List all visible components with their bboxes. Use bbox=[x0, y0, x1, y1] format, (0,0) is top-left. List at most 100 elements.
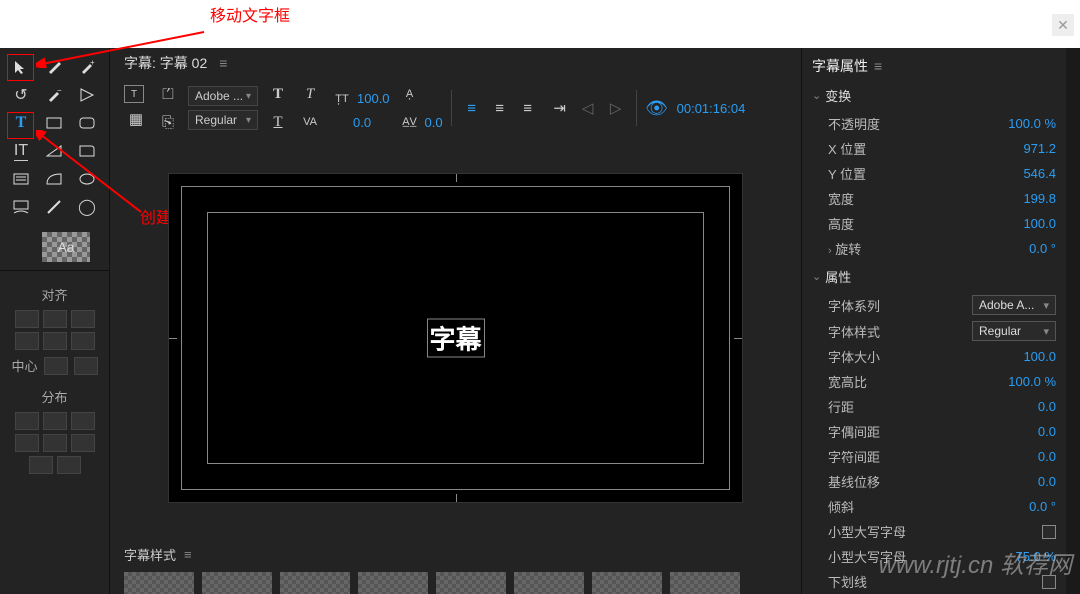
align-btn[interactable] bbox=[71, 332, 95, 350]
chevron-right-icon[interactable]: › bbox=[828, 245, 832, 257]
smallcaps-size-value[interactable]: 75.0 % bbox=[1016, 549, 1056, 564]
leading-value[interactable]: 0.0 bbox=[1038, 399, 1056, 414]
vertical-type-tool[interactable]: IT bbox=[6, 138, 36, 164]
chevron-down-icon[interactable]: ⌄ bbox=[812, 270, 821, 283]
dist-btn[interactable] bbox=[15, 434, 39, 452]
aspect-value[interactable]: 100.0 % bbox=[1008, 374, 1056, 389]
dist-btn[interactable] bbox=[43, 434, 67, 452]
annotation-arrow-1 bbox=[36, 28, 206, 68]
leading-icon: A͎ bbox=[398, 82, 422, 106]
slant-value[interactable]: 0.0 ° bbox=[1029, 499, 1056, 514]
underline-checkbox[interactable] bbox=[1042, 575, 1056, 589]
font-family-select[interactable]: Adobe A...▾ bbox=[972, 295, 1056, 315]
style-swatch[interactable] bbox=[124, 572, 194, 594]
annotation-move-textbox: 移动文字框 bbox=[210, 2, 290, 26]
prev-icon[interactable]: ◁ bbox=[576, 96, 600, 120]
path-type-tool[interactable] bbox=[6, 194, 36, 220]
dist-btn[interactable] bbox=[57, 456, 81, 474]
center-h-btn[interactable] bbox=[44, 357, 68, 375]
annotation-highlight-type-tool bbox=[7, 112, 34, 139]
kerning-value[interactable]: 0.0 bbox=[1038, 424, 1056, 439]
distribute-section-title: 分布 bbox=[0, 387, 109, 406]
leading-value[interactable]: 0.0 bbox=[425, 115, 443, 130]
font-size-value[interactable]: 100.0 bbox=[357, 91, 390, 106]
center-section-title: 中心 bbox=[11, 356, 37, 375]
align-btn[interactable] bbox=[71, 310, 95, 328]
tab-stops-icon[interactable]: ⏍ bbox=[156, 82, 180, 106]
bold-icon[interactable]: T bbox=[266, 82, 290, 106]
title-header: 字幕: 字幕 02 ≡ bbox=[110, 48, 801, 78]
panel-menu-icon[interactable]: ≡ bbox=[184, 547, 192, 562]
close-button[interactable]: ✕ bbox=[1052, 14, 1074, 36]
center-mark bbox=[734, 338, 742, 339]
align-btn[interactable] bbox=[15, 310, 39, 328]
options-bar: T ▦ ⏍ ⎘ Adobe ...▾ Regular▾ T T T VA T͎T… bbox=[110, 78, 801, 138]
export-icon[interactable]: ⎘ bbox=[156, 110, 180, 134]
tab-icon[interactable]: ⇥ bbox=[548, 96, 572, 120]
rotation-value[interactable]: 0.0 ° bbox=[1029, 241, 1056, 256]
style-swatch[interactable] bbox=[358, 572, 428, 594]
opacity-value[interactable]: 100.0 % bbox=[1008, 116, 1056, 131]
width-value[interactable]: 199.8 bbox=[1023, 191, 1056, 206]
convert-point-tool[interactable] bbox=[72, 82, 102, 108]
slant-label: 倾斜 bbox=[828, 497, 854, 516]
pen-delete-tool[interactable]: − bbox=[39, 82, 69, 108]
scrollbar[interactable] bbox=[1066, 48, 1080, 594]
smallcaps-checkbox[interactable] bbox=[1042, 525, 1056, 539]
align-center-icon[interactable]: ≡ bbox=[488, 96, 512, 120]
style-swatch[interactable] bbox=[280, 572, 350, 594]
chevron-down-icon[interactable]: ⌄ bbox=[812, 89, 821, 102]
rotation-label: 旋转 bbox=[835, 242, 861, 257]
subtitle-text-frame[interactable]: 字幕 bbox=[426, 318, 484, 357]
align-left-icon[interactable]: ≡ bbox=[460, 96, 484, 120]
area-type-tool[interactable] bbox=[6, 166, 36, 192]
align-right-icon[interactable]: ≡ bbox=[516, 96, 540, 120]
props-title: 字幕属性 bbox=[812, 58, 868, 74]
panel-menu-icon[interactable]: ≡ bbox=[219, 55, 227, 71]
style-swatch[interactable] bbox=[436, 572, 506, 594]
style-swatch[interactable] bbox=[670, 572, 740, 594]
templates-icon[interactable]: T bbox=[124, 85, 144, 103]
baseline-value[interactable]: 0.0 bbox=[1038, 474, 1056, 489]
align-btn[interactable] bbox=[15, 332, 39, 350]
xpos-value[interactable]: 971.2 bbox=[1023, 141, 1056, 156]
tracking-value[interactable]: 0.0 bbox=[353, 115, 371, 130]
style-swatch[interactable] bbox=[202, 572, 272, 594]
font-style-value: Regular bbox=[195, 113, 237, 127]
baseline-label: 基线位移 bbox=[828, 472, 880, 491]
align-btn[interactable] bbox=[43, 332, 67, 350]
font-style-select[interactable]: Regular▾ bbox=[188, 110, 258, 130]
text-style-swatch[interactable]: Aa bbox=[42, 232, 90, 262]
ypos-value[interactable]: 546.4 bbox=[1023, 166, 1056, 181]
italic-icon[interactable]: T bbox=[298, 82, 322, 106]
tracking-value[interactable]: 0.0 bbox=[1038, 449, 1056, 464]
height-label: 高度 bbox=[828, 214, 854, 233]
height-value[interactable]: 100.0 bbox=[1023, 216, 1056, 231]
dist-btn[interactable] bbox=[71, 434, 95, 452]
dist-btn[interactable] bbox=[43, 412, 67, 430]
style-swatch[interactable] bbox=[592, 572, 662, 594]
attributes-group: 属性 bbox=[825, 267, 851, 286]
next-icon[interactable]: ▷ bbox=[604, 96, 628, 120]
roll-crawl-icon[interactable]: ▦ bbox=[124, 107, 148, 131]
rotate-tool[interactable]: ↺ bbox=[6, 82, 36, 108]
panel-menu-icon[interactable]: ≡ bbox=[874, 58, 882, 74]
aspect-label: 宽高比 bbox=[828, 372, 867, 391]
dist-btn[interactable] bbox=[29, 456, 53, 474]
tracking-label: 字符间距 bbox=[828, 447, 880, 466]
title-canvas[interactable]: 字幕 bbox=[168, 173, 743, 503]
dist-btn[interactable] bbox=[71, 412, 95, 430]
font-style-select[interactable]: Regular▾ bbox=[972, 321, 1056, 341]
ypos-label: Y 位置 bbox=[828, 164, 866, 183]
center-v-btn[interactable] bbox=[74, 357, 98, 375]
font-family-select[interactable]: Adobe ...▾ bbox=[188, 86, 258, 106]
style-swatch[interactable] bbox=[514, 572, 584, 594]
font-size-value[interactable]: 100.0 bbox=[1023, 349, 1056, 364]
video-toggle-icon[interactable]: 👁 bbox=[645, 96, 669, 120]
dist-btn[interactable] bbox=[15, 412, 39, 430]
align-btn[interactable] bbox=[43, 310, 67, 328]
smallcaps-label: 小型大写字母 bbox=[828, 522, 906, 541]
tracking-icon[interactable]: VA bbox=[298, 110, 322, 134]
underline-icon[interactable]: T bbox=[266, 110, 290, 134]
timecode[interactable]: 00:01:16:04 bbox=[677, 101, 746, 116]
